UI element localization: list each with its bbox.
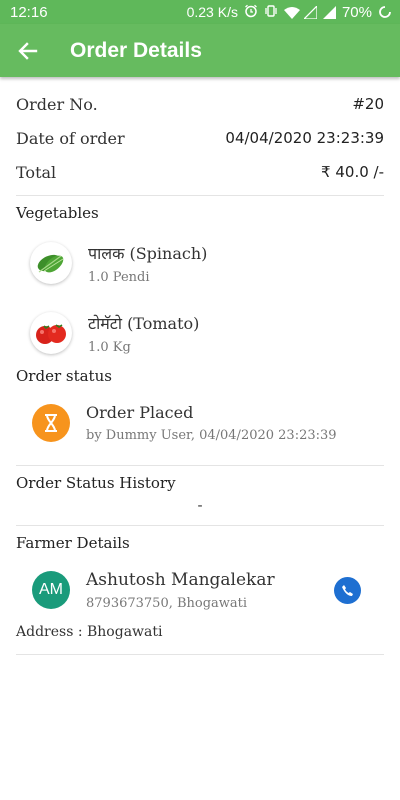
tomato-icon	[30, 312, 72, 354]
list-item: टोमॅटो (Tomato) 1.0 Kg	[16, 302, 384, 364]
page-title: Order Details	[70, 38, 202, 62]
app-bar: Order Details	[0, 24, 400, 77]
order-status-info: Order Placed by Dummy User, 04/04/2020 2…	[86, 403, 337, 443]
vegetable-info: पालक (Spinach) 1.0 Pendi	[88, 242, 207, 285]
call-button[interactable]	[334, 576, 361, 604]
order-number-row: Order No. #20	[16, 93, 384, 115]
order-number-label: Order No.	[16, 94, 98, 114]
farmer-name: Ashutosh Mangalekar	[86, 569, 275, 590]
divider	[16, 195, 384, 196]
order-status-detail: by Dummy User, 04/04/2020 23:23:39	[86, 428, 337, 443]
vegetables-label: Vegetables	[16, 204, 99, 222]
order-number-value: #20	[352, 95, 384, 113]
signal-icon	[303, 5, 317, 19]
vegetable-info: टोमॅटो (Tomato) 1.0 Kg	[88, 312, 199, 355]
list-item: पालक (Spinach) 1.0 Pendi	[16, 232, 384, 294]
order-status-text: Order Placed	[86, 403, 194, 422]
order-total-value: ₹ 40.0 /-	[321, 163, 384, 181]
phone-icon	[342, 584, 353, 596]
order-details: Order No. #20 Date of order 04/04/2020 2…	[16, 77, 384, 655]
spinach-icon	[30, 242, 72, 284]
divider	[16, 525, 384, 526]
order-total-label: Total	[16, 162, 57, 182]
battery-level: 70%	[341, 3, 372, 21]
vibrate-icon	[264, 4, 278, 20]
order-status-label: Order status	[16, 367, 112, 385]
status-right: 0.23 K/s 70%	[187, 4, 392, 21]
back-button[interactable]	[0, 24, 56, 77]
signal-icon	[322, 5, 336, 19]
network-speed: 0.23 K/s	[186, 4, 238, 20]
farmer-item: AM Ashutosh Mangalekar 8793673750, Bhoga…	[16, 562, 384, 618]
status-bar: 12:16 0.23 K/s 70%	[0, 0, 400, 24]
divider	[16, 465, 384, 466]
farmer-details-label: Farmer Details	[16, 534, 130, 552]
vegetable-quantity: 1.0 Pendi	[88, 269, 150, 285]
order-status-item: Order Placed by Dummy User, 04/04/2020 2…	[16, 395, 384, 451]
order-status-history-label: Order Status History	[16, 474, 176, 492]
divider	[16, 654, 384, 655]
hourglass-icon	[32, 404, 70, 442]
farmer-address: Address : Bhogawati	[16, 624, 163, 640]
order-status-history-value: -	[197, 496, 203, 514]
farmer-info: Ashutosh Mangalekar 8793673750, Bhogawat…	[86, 570, 275, 611]
order-total-row: Total ₹ 40.0 /-	[16, 161, 384, 183]
arrow-back-icon	[18, 41, 38, 60]
status-time: 12:16	[10, 3, 48, 21]
vegetable-name: पालक (Spinach)	[88, 243, 208, 263]
avatar: AM	[32, 571, 70, 609]
vegetable-name: टोमॅटो (Tomato)	[88, 313, 200, 333]
order-date-value: 04/04/2020 23:23:39	[225, 129, 384, 147]
rotate-icon	[378, 5, 392, 19]
wifi-icon	[283, 6, 300, 19]
farmer-contact: 8793673750, Bhogawati	[86, 595, 248, 611]
vegetable-quantity: 1.0 Kg	[88, 339, 131, 355]
order-date-row: Date of order 04/04/2020 23:23:39	[16, 127, 384, 149]
alarm-icon	[244, 4, 258, 20]
order-date-label: Date of order	[16, 128, 125, 148]
